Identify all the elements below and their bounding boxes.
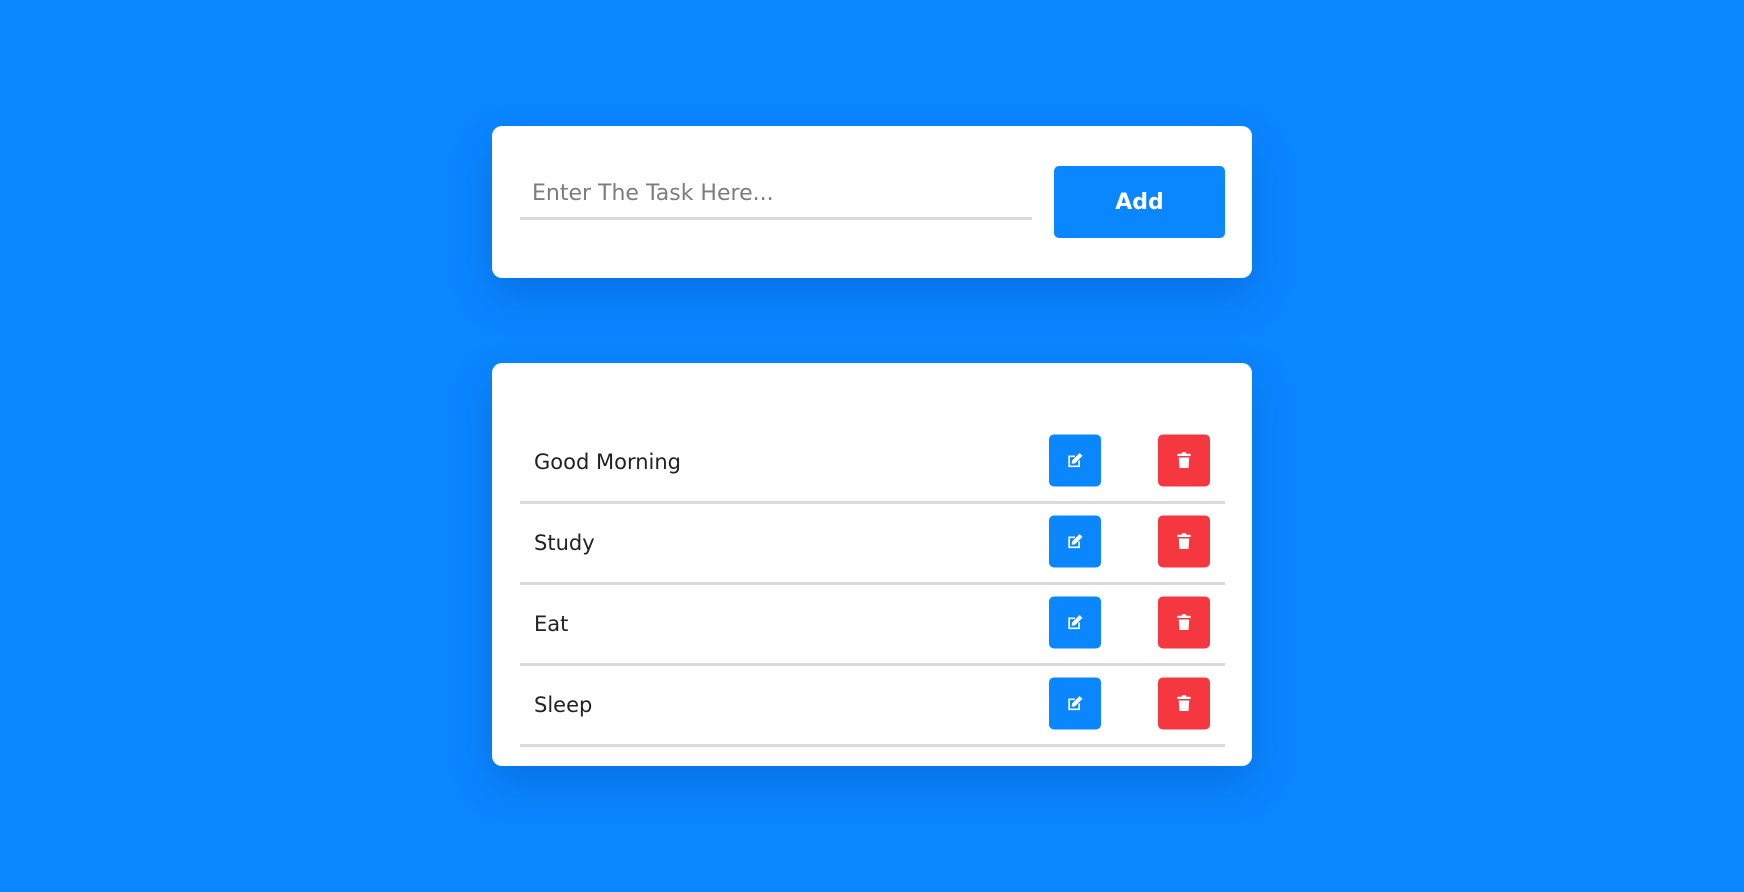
task-row: Study xyxy=(520,504,1225,585)
edit-task-button[interactable] xyxy=(1049,596,1101,649)
trash-icon xyxy=(1177,614,1191,630)
edit-task-button[interactable] xyxy=(1049,434,1101,487)
trash-icon xyxy=(1177,452,1191,468)
delete-task-button[interactable] xyxy=(1158,596,1210,649)
task-row: Eat xyxy=(520,585,1225,666)
edit-icon xyxy=(1068,533,1083,549)
edit-icon xyxy=(1068,452,1083,468)
task-row: Sleep xyxy=(520,666,1225,747)
task-text: Eat xyxy=(534,612,569,636)
trash-icon xyxy=(1177,533,1191,549)
task-text: Sleep xyxy=(534,693,593,717)
delete-task-button[interactable] xyxy=(1158,677,1210,730)
task-list: Good Morning Study Eat Sleep xyxy=(520,423,1225,747)
task-text: Study xyxy=(534,531,595,555)
task-list-card: Good Morning Study Eat Sleep xyxy=(492,363,1252,766)
edit-task-button[interactable] xyxy=(1049,515,1101,568)
add-task-button[interactable]: Add xyxy=(1054,166,1225,238)
delete-task-button[interactable] xyxy=(1158,515,1210,568)
delete-task-button[interactable] xyxy=(1158,434,1210,487)
edit-icon xyxy=(1068,695,1083,711)
task-row: Good Morning xyxy=(520,423,1225,504)
task-input[interactable] xyxy=(520,170,1032,220)
edit-icon xyxy=(1068,614,1083,630)
edit-task-button[interactable] xyxy=(1049,677,1101,730)
trash-icon xyxy=(1177,695,1191,711)
task-input-card: Add xyxy=(492,126,1252,278)
task-text: Good Morning xyxy=(534,450,681,474)
